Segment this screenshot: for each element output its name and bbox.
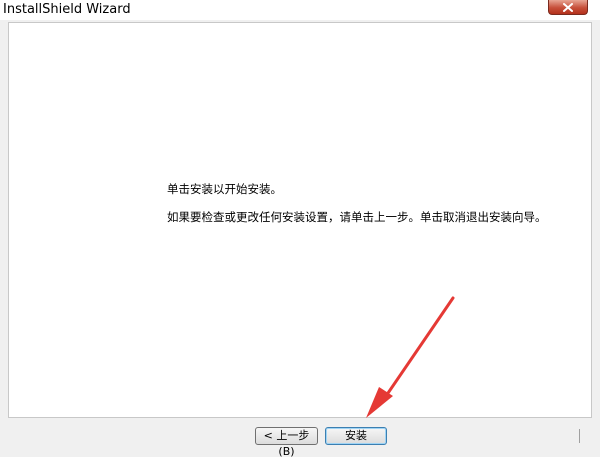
close-icon <box>563 2 573 12</box>
title-bar[interactable]: InstallShield Wizard <box>0 0 600 20</box>
close-button[interactable] <box>548 0 588 15</box>
button-divider <box>579 429 580 443</box>
instruction-text: 单击安装以开始安装。 <box>167 182 282 196</box>
installer-window: InstallShield Wizard 单击安装以开始安装。 如果要检查或更改… <box>0 0 600 458</box>
install-button[interactable]: 安装 <box>325 427 387 445</box>
back-button[interactable]: < 上一步(B) <box>255 427 318 458</box>
instruction-detail-text: 如果要检查或更改任何安装设置，请单击上一步。单击取消退出安装向导。 <box>167 210 547 224</box>
window-title: InstallShield Wizard <box>3 2 131 17</box>
